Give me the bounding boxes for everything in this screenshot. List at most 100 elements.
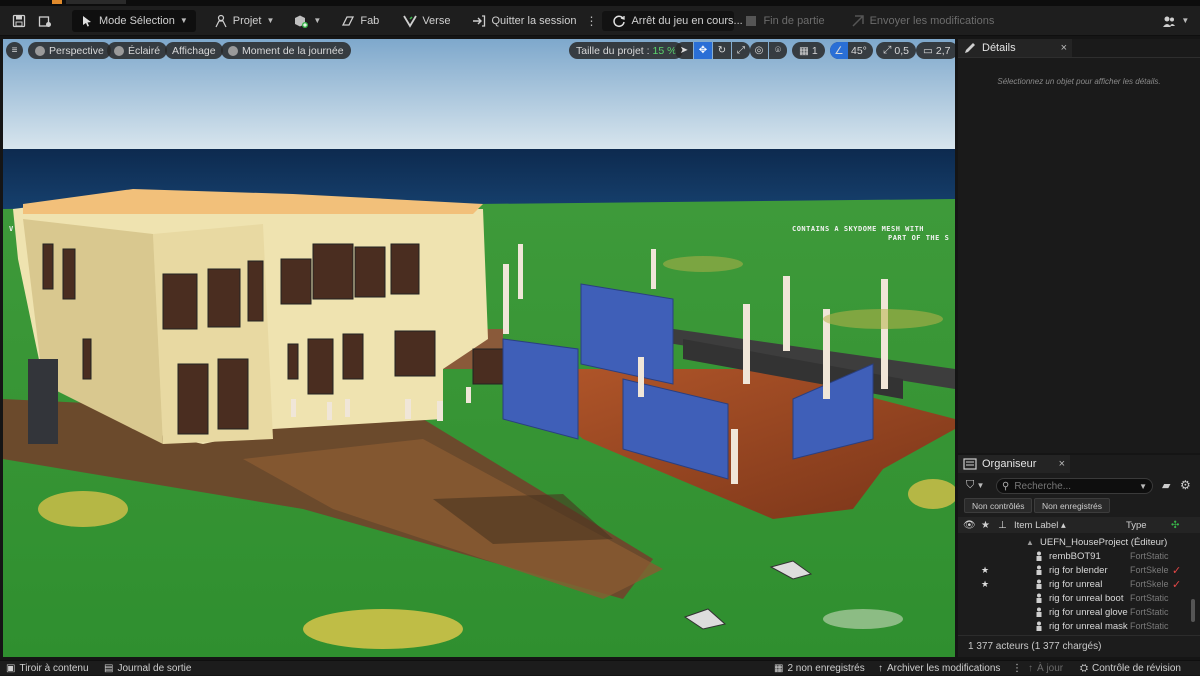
save-button[interactable] [6,10,32,32]
content-browser-button[interactable] [32,10,58,32]
show-button[interactable]: Affichage [165,42,223,59]
filter-uncontrolled-label: Non contrôlés [972,500,1025,511]
chevron-down-icon: ▼ [313,16,322,25]
lit-mode-button[interactable]: Éclairé [107,42,168,59]
projet-label: Projet [232,14,262,27]
dark-panel-object [28,359,58,444]
more-vertical-icon: ⋮ [585,13,598,28]
perspective-label: Perspective [49,44,104,57]
push-changes-icon [851,14,865,28]
viewport-menu-button[interactable]: ≡ [6,42,23,59]
grid-snap-button[interactable]: ▦ 1 [792,42,825,59]
chevron-down-icon: ▼ [1181,16,1190,25]
fab-icon [341,14,355,28]
outliner-root-row[interactable]: ▲ UEFN_HouseProject (Éditeur) [958,535,1190,549]
close-icon[interactable]: × [1061,42,1067,54]
add-folder-button[interactable]: ▰ [1162,479,1170,492]
revision-control-button[interactable]: ⛭ Contrôle de révision [1080,661,1181,676]
outliner-row[interactable]: rig for unreal glove FortStatic [958,605,1190,619]
content-drawer-icon: ▣ [6,663,16,674]
outliner-row[interactable]: ★ rig for unreal FortSkele ✓ [958,577,1190,591]
time-of-day-button[interactable]: Moment de la journée [221,42,351,59]
fab-button[interactable]: Fab [335,10,385,32]
details-tab[interactable]: Détails × [958,39,1072,57]
outliner-row-label: rig for blender [1049,564,1108,576]
close-icon[interactable]: × [1059,458,1065,470]
favorite-star-icon[interactable]: ★ [981,520,990,531]
unsaved-label: 2 non enregistrés [787,663,865,674]
push-changes-button[interactable]: Envoyer les modifications [845,10,1001,32]
sync-more-button[interactable]: ⋮ [1012,661,1022,676]
surface-snap-button[interactable]: ⌾ [769,42,787,59]
level-viewport[interactable]: CONTAINS A SKYDOME MESH WITH PART OF THE… [3,39,955,657]
unsaved-button[interactable]: ▦ 2 non enregistrés [774,661,865,676]
transform-tools: ➤ ✥ ↻ ⤢ [675,42,750,59]
outliner-row-type: FortSkele [1130,579,1169,589]
world-local-button[interactable]: ◎ [750,42,768,59]
outliner-row[interactable]: ★ rig for blender FortSkele ✓ [958,563,1190,577]
actor-icon [1034,565,1044,575]
root-label: UEFN_HouseProject (Éditeur) [1040,536,1168,548]
favorite-star-icon[interactable]: ★ [981,565,989,576]
checkin-arrow-icon: ↑ [878,663,883,674]
visibility-eye-icon[interactable]: 👁 [963,520,976,531]
outliner-settings-button[interactable]: ⚙ [1180,478,1191,492]
gear-icon: ⚙ [1180,478,1191,492]
content-drawer-button[interactable]: ▣ Tiroir à contenu [6,661,89,676]
arrow-cursor-icon: ➤ [679,45,689,56]
perspective-button[interactable]: Perspective [28,42,111,59]
show-label: Affichage [172,44,216,57]
scale-snap-button[interactable]: ⤢ 0,5 [876,42,917,59]
filter-unsaved-button[interactable]: Non enregistrés [1034,498,1111,513]
quit-session-button[interactable]: Quitter la session [466,10,582,32]
verse-button[interactable]: Verse [397,10,456,32]
projet-menu[interactable]: Projet ▼ [208,10,281,32]
verse-label: Verse [422,14,451,27]
output-log-button[interactable]: ▤ Journal de sortie [104,661,191,676]
revision-control-icon: ⛭ [1080,663,1088,674]
scene-overlay-text-3: V [9,225,14,233]
outliner-row[interactable]: rembBOT91 FortStatic [958,549,1190,563]
session-more-button[interactable]: ⋮ [582,10,600,32]
checkin-label: Archiver les modifications [887,663,1001,674]
checkin-button[interactable]: ↑ Archiver les modifications [878,661,1000,676]
pin-icon[interactable]: ⊥ [998,520,1007,531]
checked-out-icon: ✓ [1172,564,1182,577]
camera-speed-value: 2,7 [935,44,951,57]
camera-speed-button[interactable]: ▭ 2,7 [916,42,955,59]
mode-select-dropdown[interactable]: Mode Sélection ▼ [72,9,196,32]
scale-tool-button[interactable]: ⤢ [732,42,750,59]
up-to-date-button[interactable]: ↑ À jour [1028,661,1063,676]
outliner-tab[interactable]: Organiseur × [958,455,1070,473]
outliner-search-input[interactable]: ⚲ Recherche... ▼ [996,478,1153,494]
collaborators-button[interactable]: ▼ [1156,10,1195,32]
outliner-row-label: rig for unreal [1049,578,1103,590]
add-content-button[interactable]: ▼ [288,10,327,32]
viewport-scene [3,39,955,657]
filter-uncontrolled-button[interactable]: Non contrôlés [964,498,1033,513]
chevron-down-icon: ▼ [266,16,275,25]
project-tab[interactable] [66,0,126,4]
cursor-mode-icon [80,14,94,28]
select-tool-button[interactable]: ➤ [675,42,693,59]
item-label-column[interactable]: Item Label ▴ [1014,520,1066,531]
grid-snap-value: 1 [811,44,818,57]
project-size-indicator: Taille du projet : 15 % [569,42,684,59]
game-status-indicator: Arrêt du jeu en cours... [602,10,743,31]
rotation-snap-button[interactable]: ∠ 45° [830,42,873,59]
end-game-button[interactable]: Fin de partie [738,10,830,32]
details-empty-message: Sélectionnez un objet pour afficher les … [997,77,1161,86]
folder-settings-icon [38,14,52,28]
outliner-scrollbar[interactable] [1191,599,1195,622]
outliner-row[interactable]: rig for unreal boot FortStatic [958,591,1190,605]
filter-dropdown[interactable]: ⛉ ▼ [966,479,984,492]
favorite-star-icon[interactable]: ★ [981,579,989,590]
type-column[interactable]: Type [1126,520,1147,531]
rotate-tool-button[interactable]: ↻ [713,42,731,59]
add-cube-icon [294,14,309,28]
angle-icon: ∠ [830,42,848,59]
translate-tool-button[interactable]: ✥ [694,42,712,59]
users-icon [1162,14,1176,28]
outliner-row[interactable]: rig for unreal mask FortStatic [958,619,1190,633]
end-game-label: Fin de partie [763,14,825,27]
